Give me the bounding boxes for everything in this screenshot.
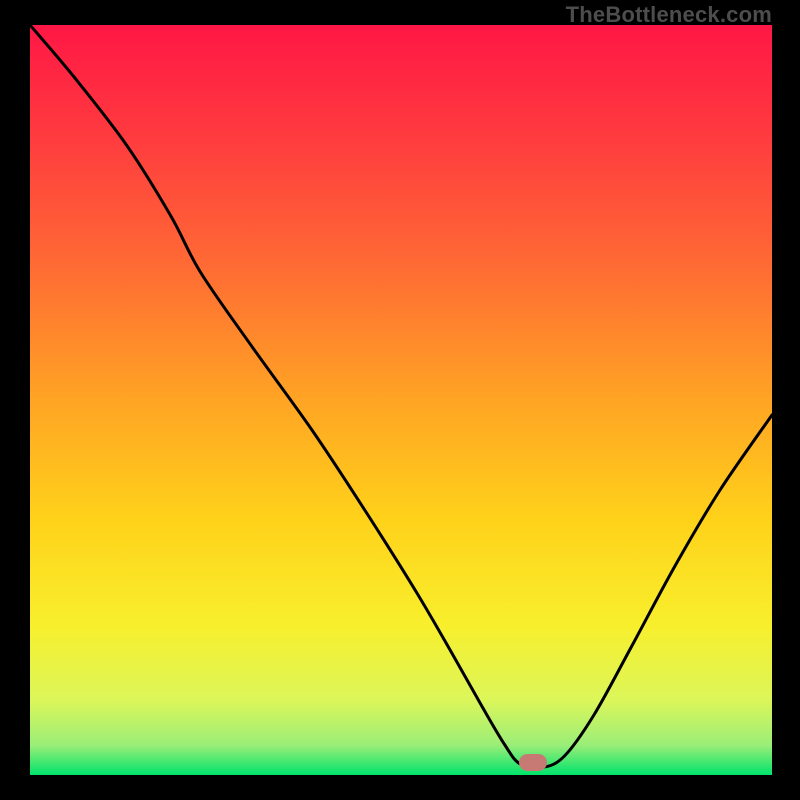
chart-plot-area	[30, 25, 772, 775]
watermark-text: TheBottleneck.com	[566, 2, 772, 28]
chart-curve	[30, 25, 772, 775]
chart-marker	[519, 754, 547, 771]
stage: TheBottleneck.com	[0, 0, 800, 800]
